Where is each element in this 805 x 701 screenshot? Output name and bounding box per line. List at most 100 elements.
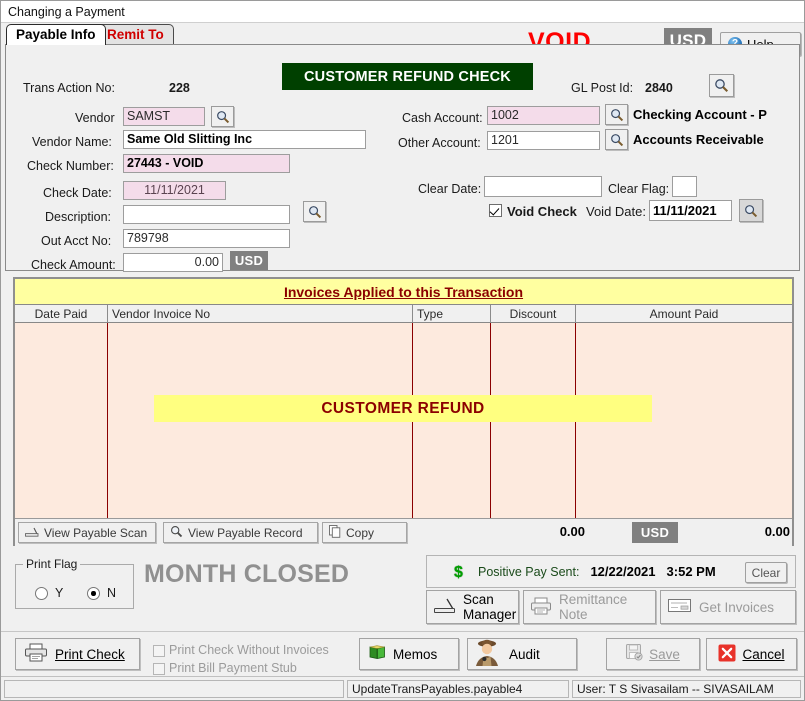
grid-currency-badge: USD	[632, 522, 678, 543]
positive-pay-row: Positive Pay Sent: 12/22/2021 3:52 PM	[427, 556, 795, 587]
print-flag-radio-y[interactable]	[35, 587, 48, 600]
description-lookup-icon[interactable]	[303, 201, 326, 222]
remittance-note-label: Remittance Note	[559, 592, 627, 622]
positive-pay-label: Positive Pay Sent:	[478, 564, 580, 579]
print-bill-payment-stub-label: Print Bill Payment Stub	[169, 661, 297, 675]
window-title: Changing a Payment	[8, 4, 125, 19]
printer-icon	[531, 597, 552, 618]
copy-icon	[329, 524, 341, 541]
tab-remit-to[interactable]: Remit To	[97, 24, 174, 45]
vendor-field[interactable]: SAMST	[123, 107, 205, 126]
tab-remit-to-label: Remit To	[107, 27, 164, 42]
window-title-bar: Changing a Payment	[1, 1, 804, 23]
save-button[interactable]: Save	[606, 638, 700, 670]
trans-action-no-value: 228	[169, 81, 190, 95]
scan-manager-button[interactable]: Scan Manager	[426, 590, 519, 624]
dollar-icon: $	[454, 564, 463, 581]
positive-pay-clear-button[interactable]: Clear	[745, 562, 787, 583]
print-flag-label-y: Y	[55, 586, 64, 600]
magnifier-icon	[170, 525, 183, 541]
column-header-date-paid: Date Paid	[15, 305, 108, 322]
view-payable-record-label: View Payable Record	[188, 525, 303, 540]
other-account-name: Accounts Receivable	[633, 132, 764, 147]
view-payable-scan-label: View Payable Scan	[44, 525, 148, 540]
cash-account-name: Checking Account - P	[633, 107, 767, 122]
month-closed-status: MONTH CLOSED	[144, 560, 350, 588]
status-bar: UpdateTransPayables.payable4 User: T S S…	[1, 676, 804, 700]
check-date-label: Check Date:	[43, 186, 112, 200]
tab-payable-info[interactable]: Payable Info	[6, 24, 106, 45]
audit-button[interactable]: Audit	[467, 638, 577, 670]
scanner-icon	[25, 526, 39, 540]
other-account-lookup-icon[interactable]	[605, 129, 628, 150]
clear-date-field[interactable]	[484, 176, 602, 197]
other-account-field[interactable]: 1201	[487, 131, 600, 150]
remittance-note-line2: Note	[559, 607, 588, 622]
save-disk-icon	[626, 644, 643, 664]
vendor-name-label: Vendor Name:	[32, 135, 112, 149]
cash-account-lookup-icon[interactable]	[605, 104, 628, 125]
audit-label: Audit	[509, 646, 540, 662]
print-check-without-invoices-label: Print Check Without Invoices	[169, 643, 329, 657]
cancel-label: Cancel	[742, 646, 785, 662]
close-x-icon	[718, 644, 736, 665]
tab-payable-info-label: Payable Info	[16, 27, 96, 42]
out-acct-no-field[interactable]: 789798	[123, 229, 290, 248]
void-date-calendar-icon[interactable]	[739, 199, 763, 222]
view-payable-record-button[interactable]: View Payable Record	[163, 522, 318, 543]
print-check-without-invoices-checkbox[interactable]	[153, 645, 165, 657]
check-amount-field[interactable]: 0.00	[123, 253, 223, 272]
positive-pay-date: 12/22/2021	[590, 564, 656, 579]
check-date-field[interactable]: 11/11/2021	[123, 181, 226, 200]
copy-label: Copy	[346, 525, 375, 540]
grid-column-date-paid	[15, 323, 108, 518]
print-bill-payment-stub-checkbox[interactable]	[153, 663, 165, 675]
trans-action-no-label: Trans Action No:	[23, 81, 115, 95]
detective-icon	[472, 639, 502, 670]
vendor-label: Vendor	[75, 111, 115, 125]
memos-button[interactable]: Memos	[359, 638, 459, 670]
remittance-note-button[interactable]: Remittance Note	[523, 590, 656, 624]
positive-pay-box: $ Positive Pay Sent: 12/22/2021 3:52 PM …	[426, 555, 796, 588]
cash-account-label: Cash Account:	[402, 111, 483, 125]
vendor-lookup-icon[interactable]	[211, 106, 234, 127]
copy-button[interactable]: Copy	[322, 522, 407, 543]
void-check-label: Void Check	[507, 204, 577, 219]
positive-pay-time: 3:52 PM	[666, 564, 716, 579]
remittance-note-line1: Remittance	[559, 592, 628, 607]
bottom-action-bar: Print Check Print Check Without Invoices…	[1, 631, 804, 677]
column-header-type: Type	[413, 305, 491, 322]
out-acct-no-label: Out Acct No:	[41, 234, 112, 248]
column-header-amount-paid: Amount Paid	[649, 306, 719, 321]
void-date-field[interactable]: 11/11/2021	[649, 200, 732, 221]
clear-flag-label: Clear Flag:	[608, 182, 670, 196]
memos-label: Memos	[393, 646, 438, 662]
check-number-field[interactable]: 27443 - VOID	[123, 154, 290, 173]
get-invoices-button[interactable]: Get Invoices	[660, 590, 796, 624]
check-amount-label: Check Amount:	[31, 258, 116, 272]
scan-manager-line2: Manager	[463, 607, 517, 622]
void-check-checkbox[interactable]	[489, 204, 502, 217]
cancel-button[interactable]: Cancel	[706, 638, 797, 670]
invoices-grid: Invoices Applied to this Transaction Dat…	[13, 277, 794, 546]
clear-flag-field[interactable]	[672, 176, 697, 197]
other-account-label: Other Account:	[398, 136, 481, 150]
description-field[interactable]	[123, 205, 290, 224]
cash-account-field[interactable]: 1002	[487, 106, 600, 125]
print-check-button[interactable]: Print Check	[15, 638, 140, 670]
scanner-icon	[434, 597, 456, 617]
vendor-name-field[interactable]: Same Old Slitting Inc	[123, 130, 366, 149]
book-icon	[369, 645, 386, 663]
gl-post-lookup-icon[interactable]	[709, 74, 734, 97]
customer-refund-check-banner: CUSTOMER REFUND CHECK	[282, 63, 533, 90]
print-flag-radio-n[interactable]	[87, 587, 100, 600]
print-flag-group: Print Flag Y N	[15, 557, 134, 609]
view-payable-scan-button[interactable]: View Payable Scan	[18, 522, 156, 543]
positive-pay-clear-label: Clear	[751, 565, 781, 580]
clear-date-label: Clear Date:	[418, 182, 482, 196]
invoices-grid-body[interactable]: CUSTOMER REFUND	[15, 323, 792, 518]
invoices-grid-header: Date Paid Vendor Invoice No Type Discoun…	[15, 304, 792, 323]
status-bar-left	[4, 679, 344, 698]
void-date-label: Void Date:	[586, 204, 646, 219]
print-check-label: Print Check	[55, 646, 125, 662]
